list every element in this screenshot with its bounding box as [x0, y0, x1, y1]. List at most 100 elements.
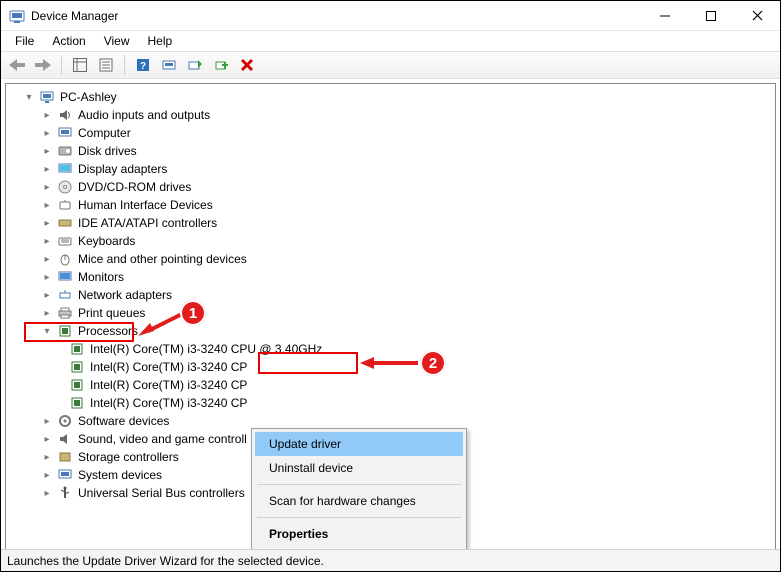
tree-label: Intel(R) Core(TM) i3-3240 CP	[88, 378, 249, 392]
tree-root[interactable]: ▾ PC-Ashley	[10, 88, 775, 106]
tree-category[interactable]: ▸ Display adapters	[10, 160, 775, 178]
mouse-icon	[57, 251, 73, 267]
tree-label: IDE ATA/ATAPI controllers	[76, 216, 219, 230]
tree-label: Universal Serial Bus controllers	[76, 486, 247, 500]
chevron-right-icon[interactable]: ▸	[40, 270, 54, 284]
tree-label: Human Interface Devices	[76, 198, 215, 212]
chevron-right-icon[interactable]: ▸	[40, 198, 54, 212]
tree-device[interactable]: Intel(R) Core(TM) i3-3240 CP	[10, 394, 775, 412]
tree-label: Computer	[76, 126, 133, 140]
tree-label: Sound, video and game controll	[76, 432, 249, 446]
chevron-right-icon[interactable]: ▸	[40, 180, 54, 194]
ctx-separator	[257, 484, 461, 485]
chevron-right-icon[interactable]: ▸	[40, 306, 54, 320]
menu-bar: File Action View Help	[1, 31, 780, 51]
tree-label: Network adapters	[76, 288, 174, 302]
hid-icon	[57, 197, 73, 213]
chevron-right-icon[interactable]: ▸	[40, 450, 54, 464]
audio-icon	[57, 107, 73, 123]
uninstall-button[interactable]	[235, 53, 259, 77]
scan-hardware-button[interactable]	[157, 53, 181, 77]
tree-label: Monitors	[76, 270, 126, 284]
tree-label: Intel(R) Core(TM) i3-3240 CP	[88, 360, 249, 374]
ctx-update-driver[interactable]: Update driver	[255, 432, 463, 456]
tree-category[interactable]: ▸ Audio inputs and outputs	[10, 106, 775, 124]
update-driver-button[interactable]	[183, 53, 207, 77]
chevron-right-icon[interactable]: ▸	[40, 162, 54, 176]
menu-view[interactable]: View	[96, 32, 138, 50]
chevron-right-icon[interactable]: ▸	[40, 216, 54, 230]
storage-icon	[57, 449, 73, 465]
tree-category[interactable]: ▸ Keyboards	[10, 232, 775, 250]
toolbar-separator	[124, 55, 125, 75]
ctx-properties[interactable]: Properties	[255, 522, 463, 546]
tree-category[interactable]: ▸ IDE ATA/ATAPI controllers	[10, 214, 775, 232]
tree-category[interactable]: ▸ DVD/CD-ROM drives	[10, 178, 775, 196]
chevron-right-icon[interactable]: ▸	[40, 414, 54, 428]
tree-category[interactable]: ▸ Computer	[10, 124, 775, 142]
tree-category[interactable]: ▸ Human Interface Devices	[10, 196, 775, 214]
chevron-right-icon[interactable]: ▸	[40, 126, 54, 140]
sound-icon	[57, 431, 73, 447]
chevron-right-icon[interactable]: ▸	[40, 432, 54, 446]
tree-category[interactable]: ▸ Monitors	[10, 268, 775, 286]
chevron-right-icon[interactable]: ▸	[40, 288, 54, 302]
ctx-uninstall[interactable]: Uninstall device	[255, 456, 463, 480]
tree-category[interactable]: ▸ Network adapters	[10, 286, 775, 304]
ctx-scan[interactable]: Scan for hardware changes	[255, 489, 463, 513]
chevron-down-icon[interactable]: ▾	[22, 90, 36, 104]
tree-label: Mice and other pointing devices	[76, 252, 249, 266]
annotation-callout-1: 1	[180, 300, 206, 326]
chevron-right-icon[interactable]: ▸	[40, 144, 54, 158]
title-bar: Device Manager	[1, 1, 780, 31]
cpu-icon	[69, 341, 85, 357]
computer-icon	[57, 125, 73, 141]
tree-category[interactable]: ▸ Disk drives	[10, 142, 775, 160]
chevron-right-icon[interactable]: ▸	[40, 468, 54, 482]
context-menu: Update driver Uninstall device Scan for …	[251, 428, 467, 550]
tree-category[interactable]: ▸ Print queues	[10, 304, 775, 322]
minimize-button[interactable]	[642, 1, 688, 31]
add-legacy-button[interactable]	[209, 53, 233, 77]
menu-help[interactable]: Help	[140, 32, 181, 50]
tree-label: Storage controllers	[76, 450, 181, 464]
chevron-right-icon[interactable]: ▸	[40, 108, 54, 122]
tree-label: Audio inputs and outputs	[76, 108, 212, 122]
forward-button[interactable]	[31, 53, 55, 77]
menu-file[interactable]: File	[7, 32, 42, 50]
cpu-icon	[69, 359, 85, 375]
software-icon	[57, 413, 73, 429]
tree-category[interactable]: ▸ Mice and other pointing devices	[10, 250, 775, 268]
tree-label: DVD/CD-ROM drives	[76, 180, 193, 194]
menu-action[interactable]: Action	[44, 32, 93, 50]
ide-icon	[57, 215, 73, 231]
app-icon	[9, 8, 25, 24]
tree-label: System devices	[76, 468, 164, 482]
back-button[interactable]	[5, 53, 29, 77]
close-button[interactable]	[734, 1, 780, 31]
tree-device[interactable]: Intel(R) Core(TM) i3-3240 CP	[10, 376, 775, 394]
chevron-down-icon[interactable]: ▾	[40, 324, 54, 338]
chevron-right-icon[interactable]: ▸	[40, 486, 54, 500]
window-title: Device Manager	[31, 9, 118, 23]
help-button[interactable]: ?	[131, 53, 155, 77]
display-icon	[57, 161, 73, 177]
network-icon	[57, 287, 73, 303]
properties-button[interactable]	[94, 53, 118, 77]
dvd-icon	[57, 179, 73, 195]
tree-label: Keyboards	[76, 234, 137, 248]
usb-icon	[57, 485, 73, 501]
keyboard-icon	[57, 233, 73, 249]
maximize-button[interactable]	[688, 1, 734, 31]
annotation-arrow-1	[136, 309, 186, 339]
chevron-right-icon[interactable]: ▸	[40, 234, 54, 248]
computer-icon	[39, 89, 55, 105]
show-hide-tree-button[interactable]	[68, 53, 92, 77]
status-text: Launches the Update Driver Wizard for th…	[7, 554, 324, 568]
device-tree-panel[interactable]: ▾ PC-Ashley ▸ Audio inputs and outputs ▸…	[5, 83, 776, 555]
tree-label: Intel(R) Core(TM) i3-3240 CP	[88, 396, 249, 410]
tree-label: Display adapters	[76, 162, 169, 176]
tree-category-processors[interactable]: ▾ Processors	[10, 322, 775, 340]
chevron-right-icon[interactable]: ▸	[40, 252, 54, 266]
annotation-callout-2: 2	[420, 350, 446, 376]
